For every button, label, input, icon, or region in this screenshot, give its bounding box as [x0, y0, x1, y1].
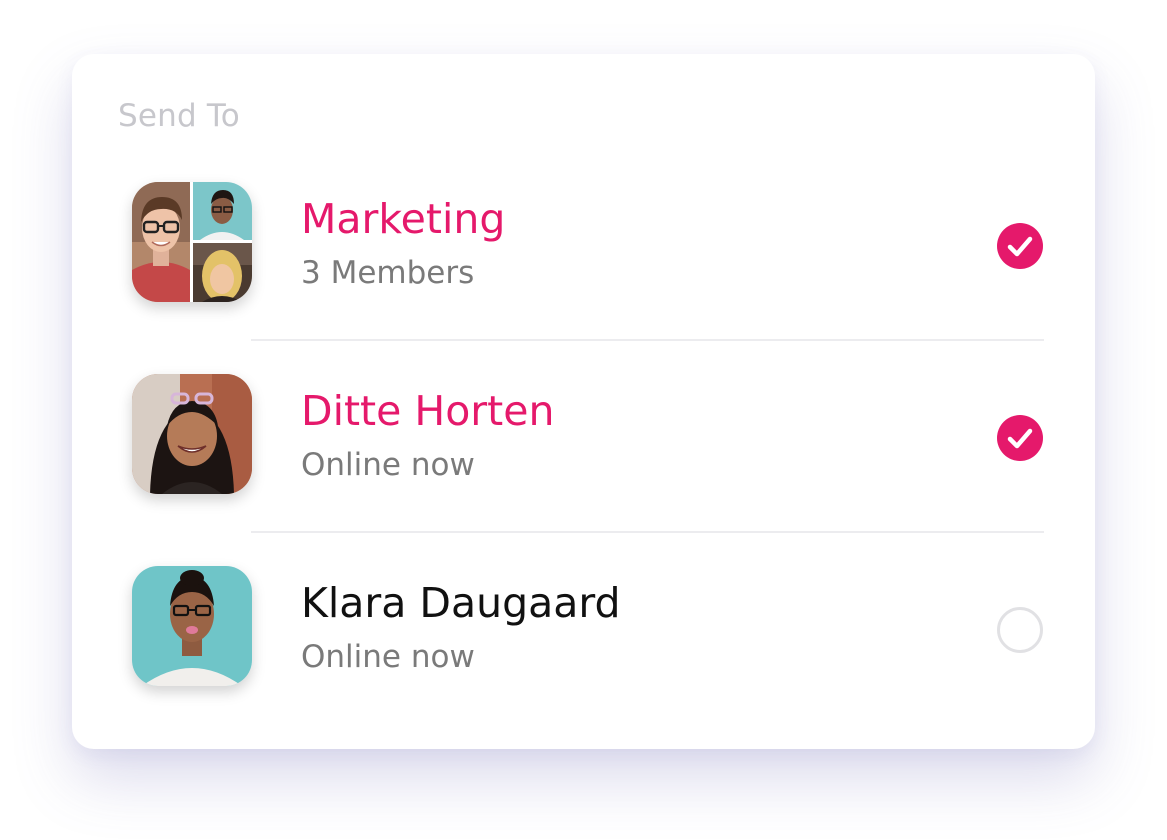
checkmark-icon[interactable] [997, 223, 1043, 269]
group-avatar [132, 182, 252, 302]
section-title: Send To [118, 98, 240, 134]
divider [251, 339, 1044, 341]
divider [251, 531, 1044, 533]
recipient-row-ditte-horten[interactable]: Ditte Horten Online now [72, 374, 1095, 494]
recipient-subtitle: Online now [301, 639, 475, 675]
recipient-name: Marketing [301, 195, 506, 243]
avatar [132, 374, 252, 494]
empty-circle-icon[interactable] [997, 607, 1043, 653]
recipient-name: Klara Daugaard [301, 579, 621, 627]
recipient-row-klara-daugaard[interactable]: Klara Daugaard Online now [72, 566, 1095, 686]
checkmark-icon[interactable] [997, 415, 1043, 461]
avatar [132, 566, 252, 686]
recipient-subtitle: Online now [301, 447, 475, 483]
recipient-row-marketing[interactable]: Marketing 3 Members [72, 182, 1095, 302]
send-to-panel: Send To Marketing 3 Members Ditte Horten… [72, 54, 1095, 749]
recipient-name: Ditte Horten [301, 387, 555, 435]
recipient-subtitle: 3 Members [301, 255, 475, 291]
